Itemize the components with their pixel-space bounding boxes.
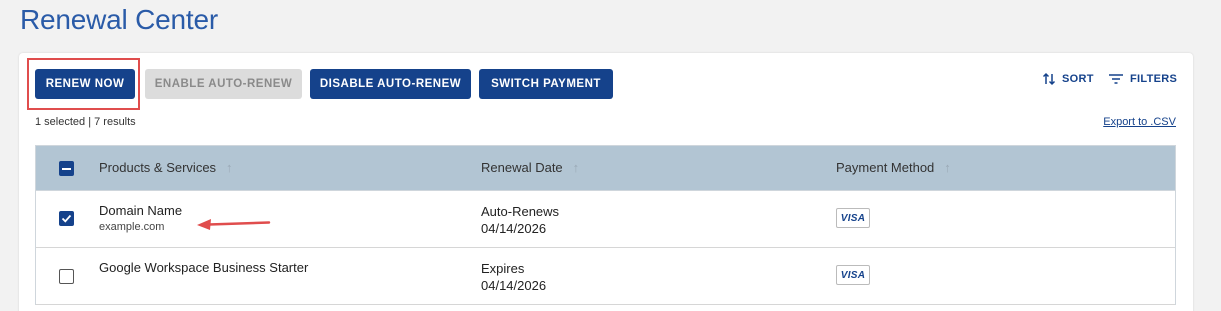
annotation-arrow-icon (197, 219, 271, 230)
renewal-date: 04/14/2026 (481, 221, 547, 236)
sort-arrow-up-icon: ↑ (226, 160, 233, 175)
table-row[interactable]: Google Workspace Business Starter Expire… (36, 248, 1175, 305)
filters-button[interactable]: FILTERS (1108, 72, 1177, 86)
export-csv-link[interactable]: Export to .CSV (1103, 116, 1176, 128)
renewal-date: 04/14/2026 (481, 278, 547, 293)
sort-label: SORT (1062, 73, 1094, 85)
disable-auto-renew-button[interactable]: DISABLE AUTO-RENEW (310, 69, 471, 99)
renewal-status: Auto-Renews (481, 204, 560, 219)
enable-auto-renew-button[interactable]: ENABLE AUTO-RENEW (145, 69, 302, 99)
sort-icon (1042, 72, 1056, 86)
table-header: Products & Services ↑ Renewal Date ↑ Pay… (36, 146, 1175, 191)
sort-arrow-up-icon: ↑ (944, 160, 951, 175)
renewal-status: Expires (481, 261, 525, 276)
filters-label: FILTERS (1130, 73, 1178, 85)
sort-button[interactable]: SORT (1042, 72, 1094, 86)
visa-card-icon: VISA (836, 208, 870, 228)
renew-now-button[interactable]: RENEW NOW (35, 69, 135, 99)
page-title: Renewal Center (20, 4, 218, 35)
row-checkbox[interactable] (59, 269, 74, 284)
product-detail: example.com (99, 221, 165, 233)
switch-payment-button[interactable]: SWITCH PAYMENT (479, 69, 613, 99)
sort-arrow-up-icon: ↑ (572, 160, 580, 175)
product-name: Domain Name (99, 203, 183, 218)
column-header-products[interactable]: Products & Services ↑ (99, 160, 233, 175)
column-header-renewal-date[interactable]: Renewal Date ↑ (481, 160, 579, 175)
visa-card-icon: VISA (836, 265, 870, 285)
selection-summary: 1 selected | 7 results (35, 116, 136, 128)
checkbox-checked-icon (61, 214, 72, 223)
select-all-checkbox[interactable] (59, 161, 74, 176)
product-name: Google Workspace Business Starter (99, 260, 309, 275)
column-header-payment-method[interactable]: Payment Method ↑ (836, 160, 951, 175)
checkbox-indeterminate-icon (62, 167, 71, 170)
filter-icon (1109, 74, 1123, 84)
row-checkbox[interactable] (59, 211, 74, 226)
